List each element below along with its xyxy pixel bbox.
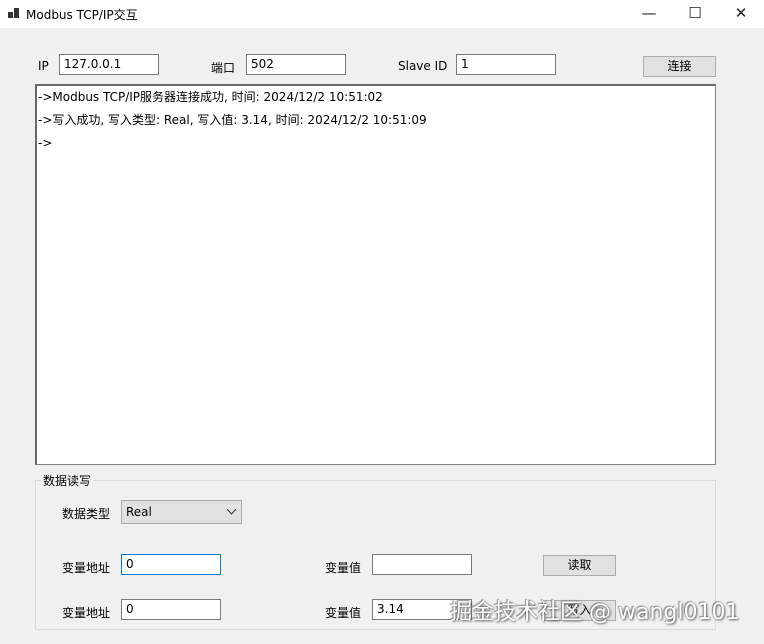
read-address-label: 变量地址: [62, 561, 111, 575]
close-button[interactable]: ✕: [718, 0, 764, 28]
write-address-input[interactable]: 0: [121, 599, 221, 620]
data-type-value: Real: [126, 505, 152, 519]
write-address-label: 变量地址: [62, 606, 111, 620]
window-title: Modbus TCP/IP交互: [26, 8, 138, 22]
log-line: ->写入成功, 写入类型: Real, 写入值: 3.14, 时间: 2024/…: [38, 113, 427, 127]
chevron-down-icon: [227, 509, 236, 515]
port-label: 端口: [211, 61, 236, 75]
minimize-button[interactable]: —: [626, 0, 672, 28]
read-value-input[interactable]: [372, 554, 472, 575]
data-rw-legend: 数据读写: [41, 472, 94, 489]
slave-id-label: Slave ID: [398, 59, 448, 73]
log-line: ->Modbus TCP/IP服务器连接成功, 时间: 2024/12/2 10…: [38, 90, 383, 104]
connect-button[interactable]: 连接: [643, 56, 716, 77]
read-button[interactable]: 读取: [543, 555, 616, 576]
log-line: ->: [38, 136, 53, 150]
data-type-select[interactable]: Real: [121, 500, 242, 524]
watermark: 掘金技术社区 @ wangl0101: [450, 600, 740, 625]
app-icon: [8, 8, 19, 18]
read-address-input[interactable]: 0: [121, 554, 221, 575]
read-value-label: 变量值: [325, 561, 362, 575]
log-textarea[interactable]: ->Modbus TCP/IP服务器连接成功, 时间: 2024/12/2 10…: [35, 84, 716, 465]
port-input[interactable]: 502: [246, 54, 346, 75]
write-value-label: 变量值: [325, 606, 362, 620]
slave-id-input[interactable]: 1: [456, 54, 556, 75]
data-type-label: 数据类型: [62, 507, 111, 521]
ip-input[interactable]: 127.0.0.1: [59, 54, 159, 75]
ip-label: IP: [38, 59, 49, 73]
maximize-button[interactable]: ☐: [672, 0, 718, 28]
